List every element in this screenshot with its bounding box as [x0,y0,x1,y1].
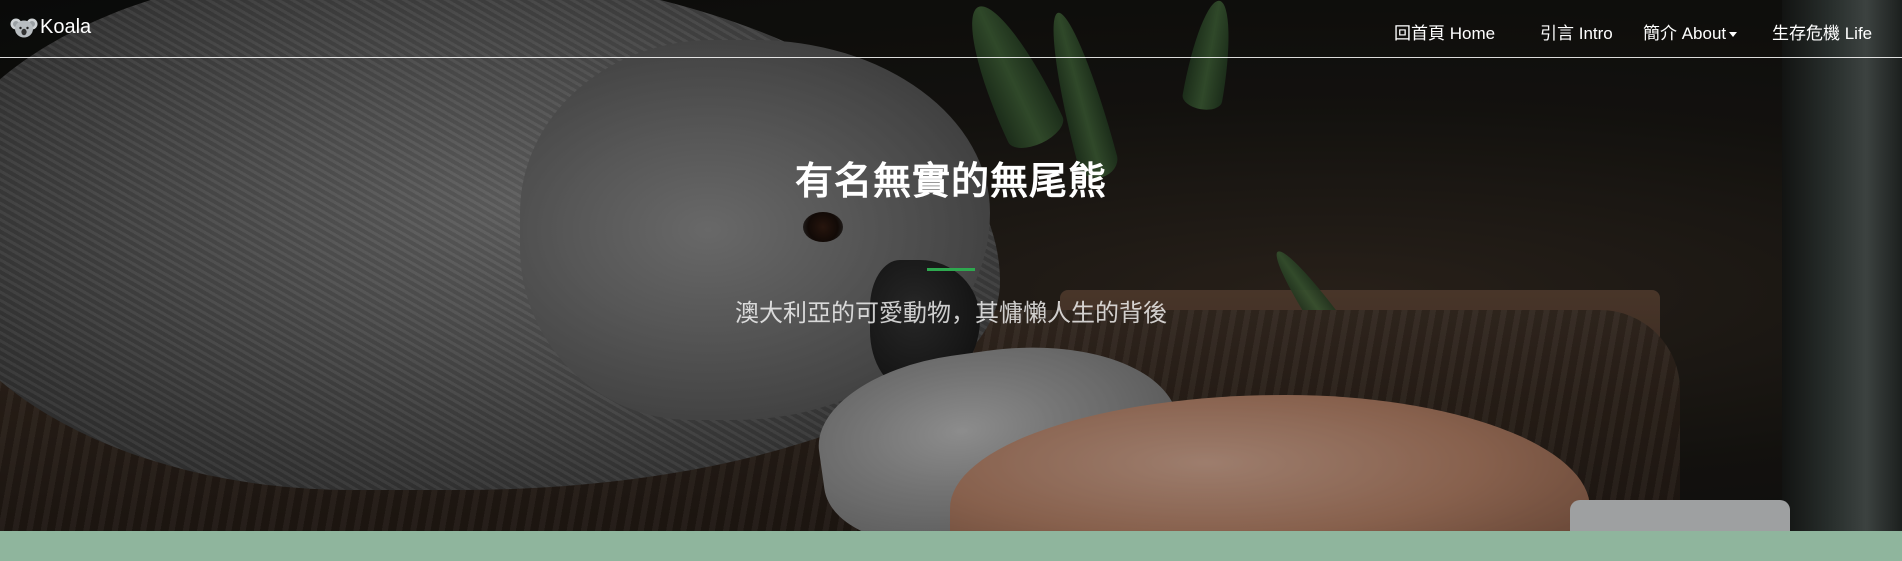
nav-item-home[interactable]: 回首頁 Home [1394,19,1495,44]
nav-item-about[interactable]: 簡介 About [1643,19,1738,44]
nav-item-about-label: 簡介 About [1643,24,1727,43]
caret-down-icon [1729,32,1738,38]
section-strip [0,531,1902,561]
koala-icon [10,18,38,37]
brand-link[interactable]: Koala [10,16,91,39]
navbar: Koala 回首頁 Home 引言 Intro 簡介 About 生存危機 Li… [0,0,1902,58]
nav-item-intro[interactable]: 引言 Intro [1540,19,1613,44]
hero-section: 有名無實的無尾熊 澳大利亞的可愛動物，其慵懶人生的背後 [0,0,1902,531]
hero-divider [927,268,975,271]
nav-item-life[interactable]: 生存危機 Life [1772,19,1872,44]
hero-dark-overlay [0,0,1902,531]
hero-title: 有名無實的無尾熊 [794,159,1107,203]
brand-label: Koala [40,16,92,38]
hero-subtitle: 澳大利亞的可愛動物，其慵懶人生的背後 [735,299,1167,327]
